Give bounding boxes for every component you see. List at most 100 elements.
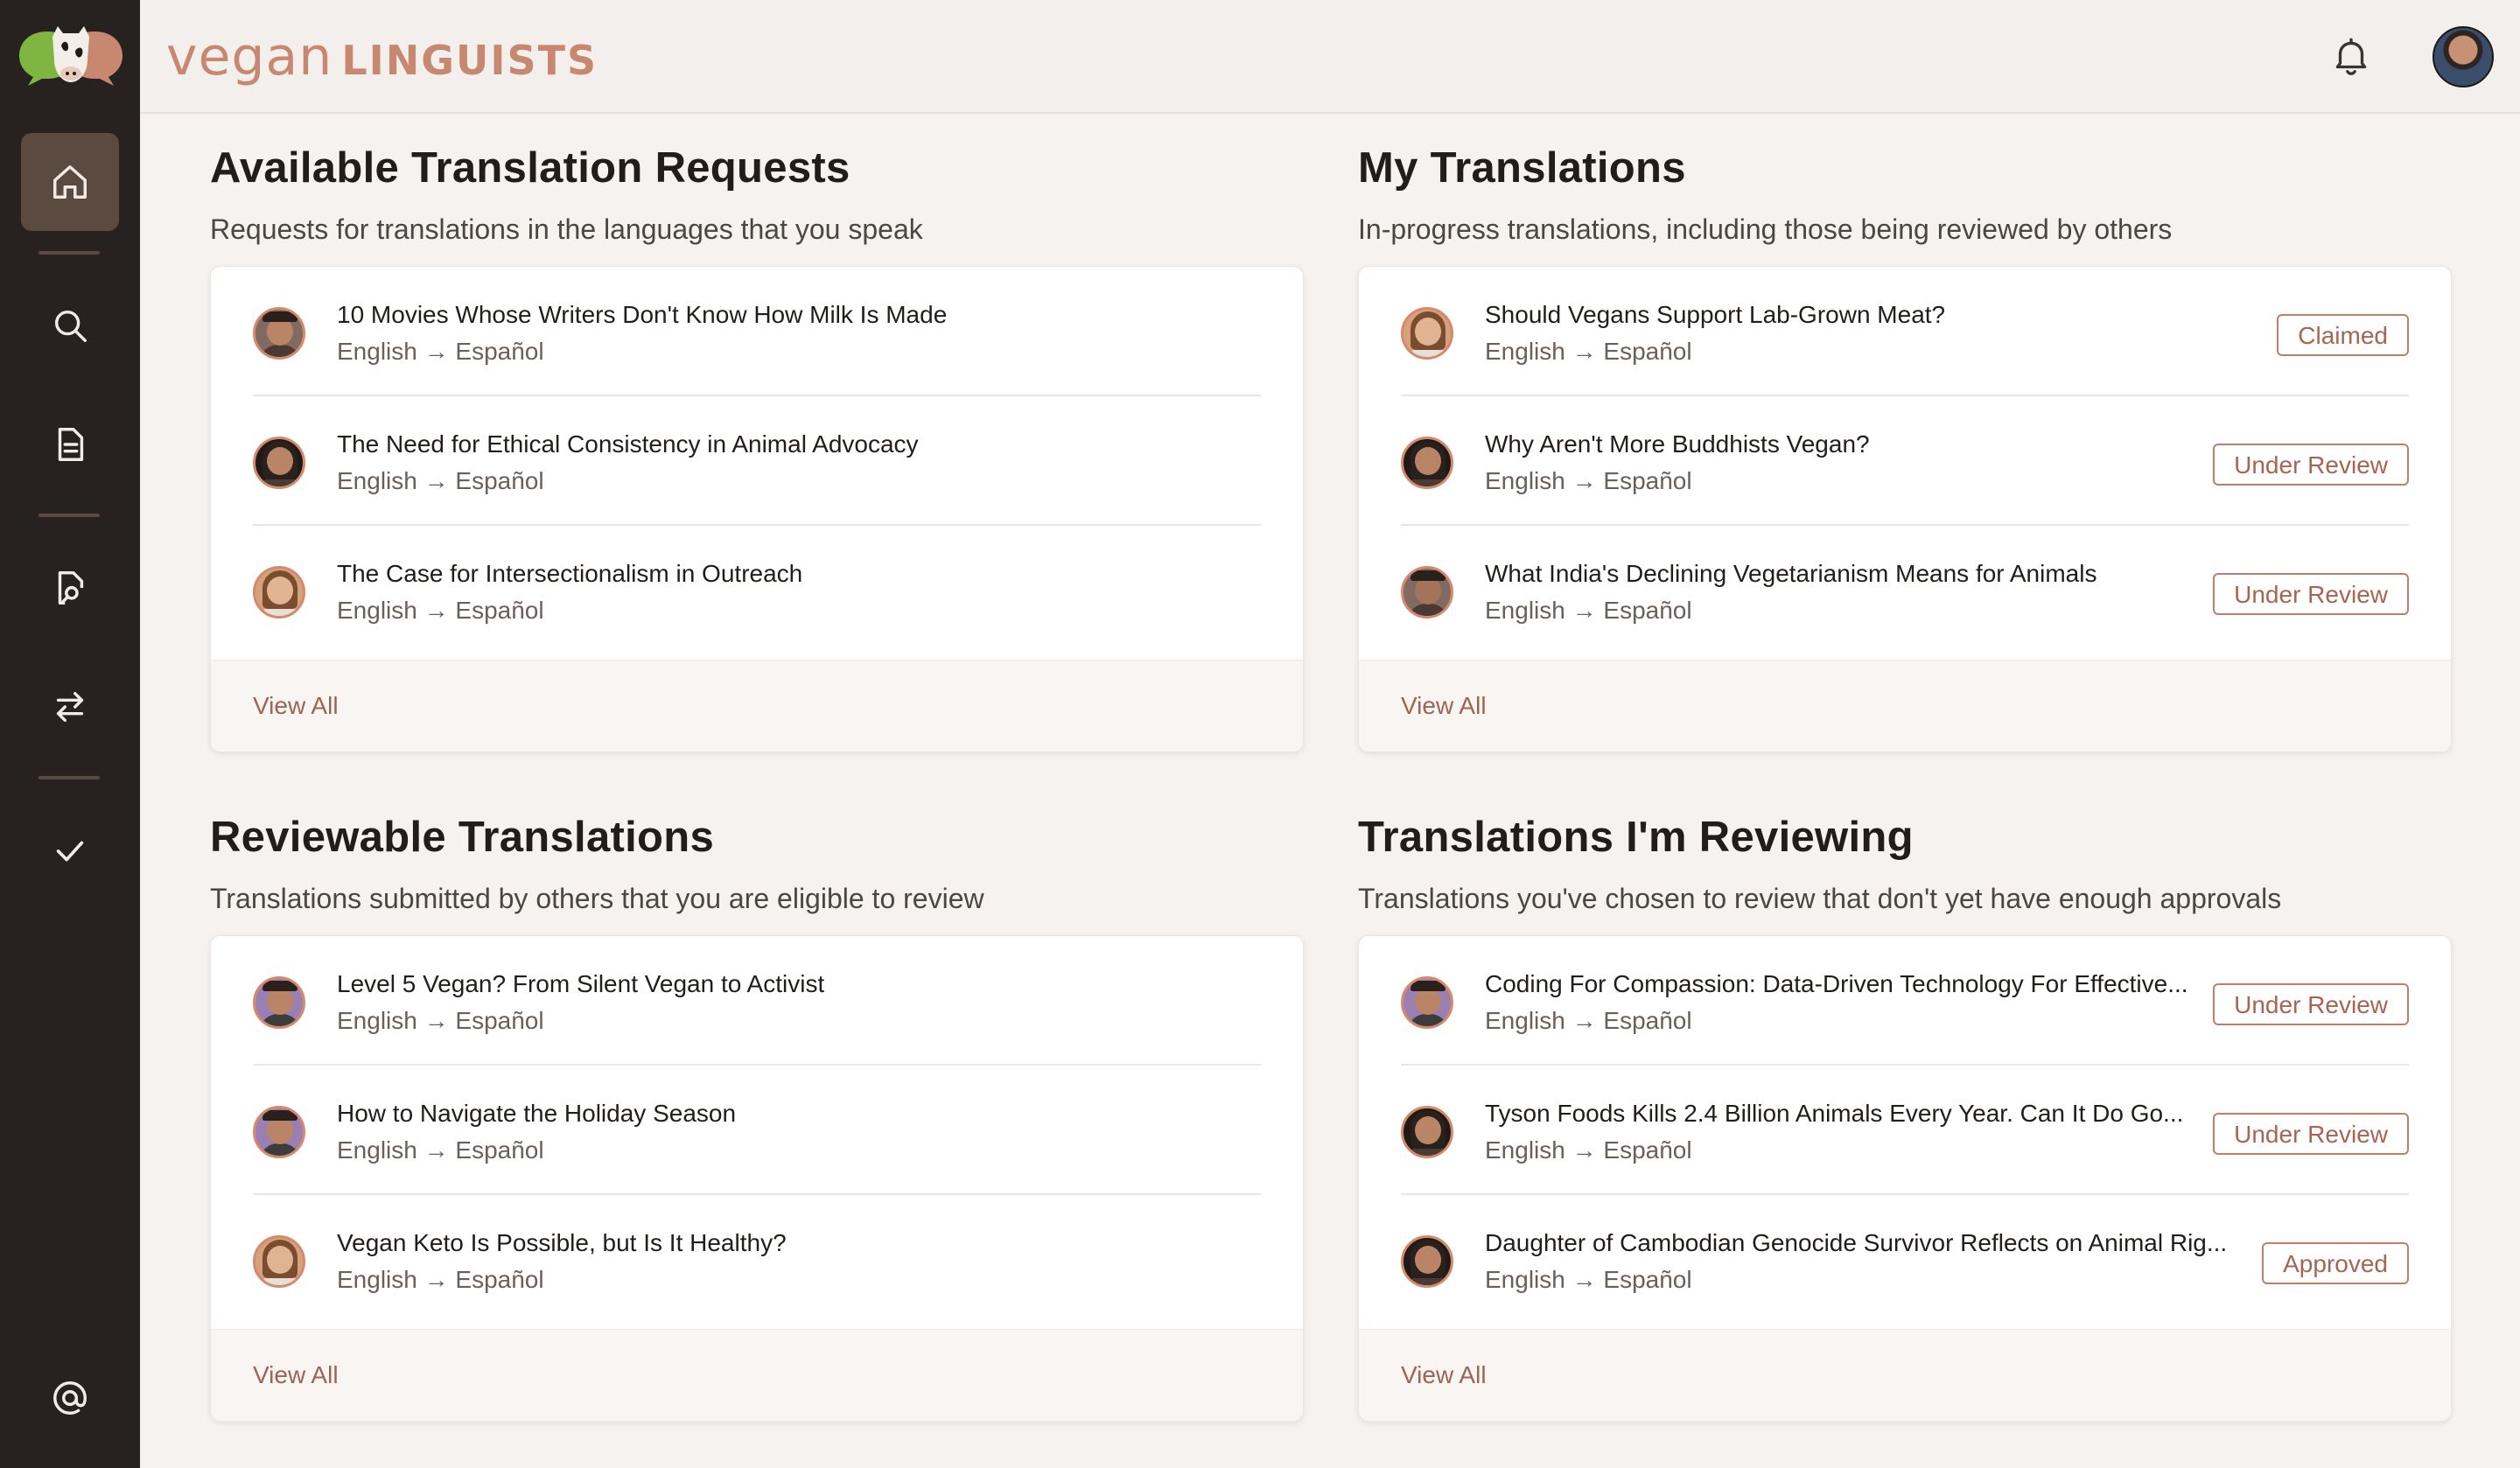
panel-translations-reviewing: Translations I'm Reviewing Translations … xyxy=(1358,811,2452,1422)
item-title: Why Aren't More Buddhists Vegan? xyxy=(1485,430,1870,458)
status-badge: Under Review xyxy=(2213,444,2409,486)
home-icon xyxy=(53,165,87,199)
at-icon xyxy=(53,1381,87,1415)
list-item[interactable]: Coding For Compassion: Data-Driven Techn… xyxy=(1401,936,2409,1066)
view-all-link[interactable]: View All xyxy=(1401,689,1487,724)
author-avatar xyxy=(253,307,305,360)
bell-icon[interactable] xyxy=(2329,33,2373,79)
panel-card: Should Vegans Support Lab-Grown Meat? En… xyxy=(1358,266,2452,752)
status-badge: Under Review xyxy=(2213,983,2409,1025)
item-title: Level 5 Vegan? From Silent Vegan to Acti… xyxy=(337,970,825,997)
nav-contact[interactable] xyxy=(21,1349,119,1447)
author-avatar xyxy=(1401,1235,1453,1288)
view-all-link[interactable]: View All xyxy=(253,689,339,724)
item-title: 10 Movies Whose Writers Don't Know How M… xyxy=(337,301,948,328)
card-footer: View All xyxy=(211,660,1303,751)
check-icon xyxy=(56,841,84,862)
author-avatar xyxy=(253,1235,305,1288)
panel-card: Coding For Compassion: Data-Driven Techn… xyxy=(1358,935,2452,1422)
item-title: The Need for Ethical Consistency in Anim… xyxy=(337,430,919,458)
list-item[interactable]: Vegan Keto Is Possible, but Is It Health… xyxy=(253,1195,1261,1323)
panel-reviewable-translations: Reviewable Translations Translations sub… xyxy=(210,811,1304,1422)
list-item[interactable]: Why Aren't More Buddhists Vegan? English… xyxy=(1401,396,2409,526)
brand-part-vegan: vegan xyxy=(166,26,333,87)
card-footer: View All xyxy=(1359,660,2451,751)
swap-arrows-icon xyxy=(56,691,84,723)
author-avatar xyxy=(253,566,305,619)
status-badge: Under Review xyxy=(2213,573,2409,615)
item-title: Coding For Compassion: Data-Driven Techn… xyxy=(1485,970,2188,997)
nav-translate[interactable] xyxy=(21,658,119,756)
item-title: Daughter of Cambodian Genocide Survivor … xyxy=(1485,1229,2228,1256)
item-title: Should Vegans Support Lab-Grown Meat? xyxy=(1485,301,1946,328)
sidebar xyxy=(0,0,140,1468)
item-language-pair: English → Español xyxy=(337,338,544,365)
item-language-pair: English → Español xyxy=(337,467,544,494)
item-language-pair: English → Español xyxy=(337,597,544,624)
document-icon xyxy=(58,428,84,461)
item-title: Tyson Foods Kills 2.4 Billion Animals Ev… xyxy=(1485,1100,2184,1127)
list-item[interactable]: Daughter of Cambodian Genocide Survivor … xyxy=(1401,1195,2409,1323)
panel-card: Level 5 Vegan? From Silent Vegan to Acti… xyxy=(210,935,1304,1422)
view-all-link[interactable]: View All xyxy=(1401,1358,1487,1393)
list-item[interactable]: Should Vegans Support Lab-Grown Meat? En… xyxy=(1401,267,2409,396)
panel-available-requests: Available Translation Requests Requests … xyxy=(210,142,1304,752)
item-language-pair: English → Español xyxy=(1485,1136,1692,1164)
logo-icon xyxy=(19,26,122,86)
list-item[interactable]: What India's Declining Vegetarianism Mea… xyxy=(1401,526,2409,654)
author-avatar xyxy=(1401,976,1453,1029)
nav-divider xyxy=(38,776,100,779)
status-badge: Approved xyxy=(2262,1242,2409,1284)
panel-subtitle: Translations you've chosen to review tha… xyxy=(1358,883,2282,914)
item-language-pair: English → Español xyxy=(337,1266,544,1293)
panel-title: Translations I'm Reviewing xyxy=(1358,814,1914,861)
status-badge: Under Review xyxy=(2213,1113,2409,1155)
panel-title: Reviewable Translations xyxy=(210,814,715,861)
item-language-pair: English → Español xyxy=(1485,338,1692,365)
panel-title: Available Translation Requests xyxy=(210,144,850,192)
list-item[interactable]: The Need for Ethical Consistency in Anim… xyxy=(253,396,1261,526)
item-title: What India's Declining Vegetarianism Mea… xyxy=(1485,560,2097,587)
panel-card: 10 Movies Whose Writers Don't Know How M… xyxy=(210,266,1304,752)
item-language-pair: English → Español xyxy=(1485,597,1692,624)
panel-my-translations: My Translations In-progress translations… xyxy=(1358,142,2452,752)
list-item[interactable]: The Case for Intersectionalism in Outrea… xyxy=(253,526,1261,654)
nav-search[interactable] xyxy=(21,276,119,374)
nav-divider xyxy=(38,251,100,255)
status-badge: Claimed xyxy=(2277,314,2409,356)
author-avatar xyxy=(1401,307,1453,360)
nav-review[interactable] xyxy=(21,539,119,637)
nav-divider xyxy=(38,514,100,517)
panel-subtitle: In-progress translations, including thos… xyxy=(1358,213,2173,245)
author-avatar xyxy=(1401,1106,1453,1158)
panel-title: My Translations xyxy=(1358,144,1686,192)
list-item[interactable]: 10 Movies Whose Writers Don't Know How M… xyxy=(253,267,1261,396)
author-avatar xyxy=(253,1106,305,1158)
brand-part-linguists: LINGUISTS xyxy=(341,37,598,84)
card-footer: View All xyxy=(1359,1329,2451,1421)
item-title: Vegan Keto Is Possible, but Is It Health… xyxy=(337,1229,787,1256)
nav-documents[interactable] xyxy=(21,395,119,493)
review-document-icon xyxy=(58,571,84,605)
list-item[interactable]: Tyson Foods Kills 2.4 Billion Animals Ev… xyxy=(1401,1066,2409,1195)
nav-completed[interactable] xyxy=(21,801,119,899)
card-footer: View All xyxy=(211,1329,1303,1421)
list-item[interactable]: How to Navigate the Holiday Season Engli… xyxy=(253,1066,1261,1195)
list-item[interactable]: Level 5 Vegan? From Silent Vegan to Acti… xyxy=(253,936,1261,1066)
search-icon xyxy=(54,310,87,342)
item-language-pair: English → Español xyxy=(337,1136,544,1164)
item-language-pair: English → Español xyxy=(1485,1266,1692,1293)
panel-subtitle: Requests for translations in the languag… xyxy=(210,213,923,245)
item-title: The Case for Intersectionalism in Outrea… xyxy=(337,560,803,587)
nav-home[interactable] xyxy=(21,133,119,231)
item-language-pair: English → Español xyxy=(1485,467,1692,494)
author-avatar xyxy=(253,437,305,489)
brand-logo[interactable]: vegan LINGUISTS xyxy=(166,26,598,87)
header: vegan LINGUISTS xyxy=(140,0,2520,114)
view-all-link[interactable]: View All xyxy=(253,1358,339,1393)
panel-subtitle: Translations submitted by others that yo… xyxy=(210,883,984,914)
author-avatar xyxy=(1401,566,1453,619)
item-language-pair: English → Español xyxy=(1485,1007,1692,1034)
user-avatar[interactable] xyxy=(2432,26,2494,87)
item-language-pair: English → Español xyxy=(337,1007,544,1034)
